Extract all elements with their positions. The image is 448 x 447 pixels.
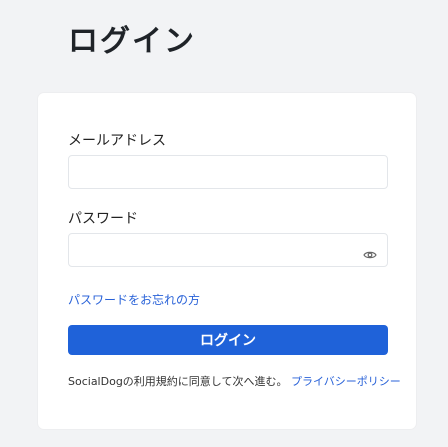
privacy-policy-link[interactable]: プライバシーポリシー xyxy=(291,375,401,388)
terms-text: SocialDogの利用規約に同意して次へ進む。 xyxy=(68,375,288,388)
page-title: ログイン xyxy=(68,24,196,59)
terms-notice: SocialDogの利用規約に同意して次へ進む。 プライバシーポリシー xyxy=(68,374,401,390)
login-card: メールアドレス パスワード パスワードをお忘れの方 ログイン SocialDog… xyxy=(38,93,416,429)
password-field-container xyxy=(68,233,388,267)
password-label: パスワード xyxy=(68,211,138,227)
email-field-container xyxy=(68,155,388,189)
login-button[interactable]: ログイン xyxy=(68,325,388,355)
password-input[interactable] xyxy=(69,234,387,266)
email-label: メールアドレス xyxy=(68,133,166,149)
login-page: ログイン メールアドレス パスワード パスワードをお忘れの方 ログイン Soci… xyxy=(0,0,448,447)
forgot-password-link[interactable]: パスワードをお忘れの方 xyxy=(68,291,200,308)
email-input[interactable] xyxy=(69,156,387,188)
eye-icon[interactable] xyxy=(363,245,377,259)
